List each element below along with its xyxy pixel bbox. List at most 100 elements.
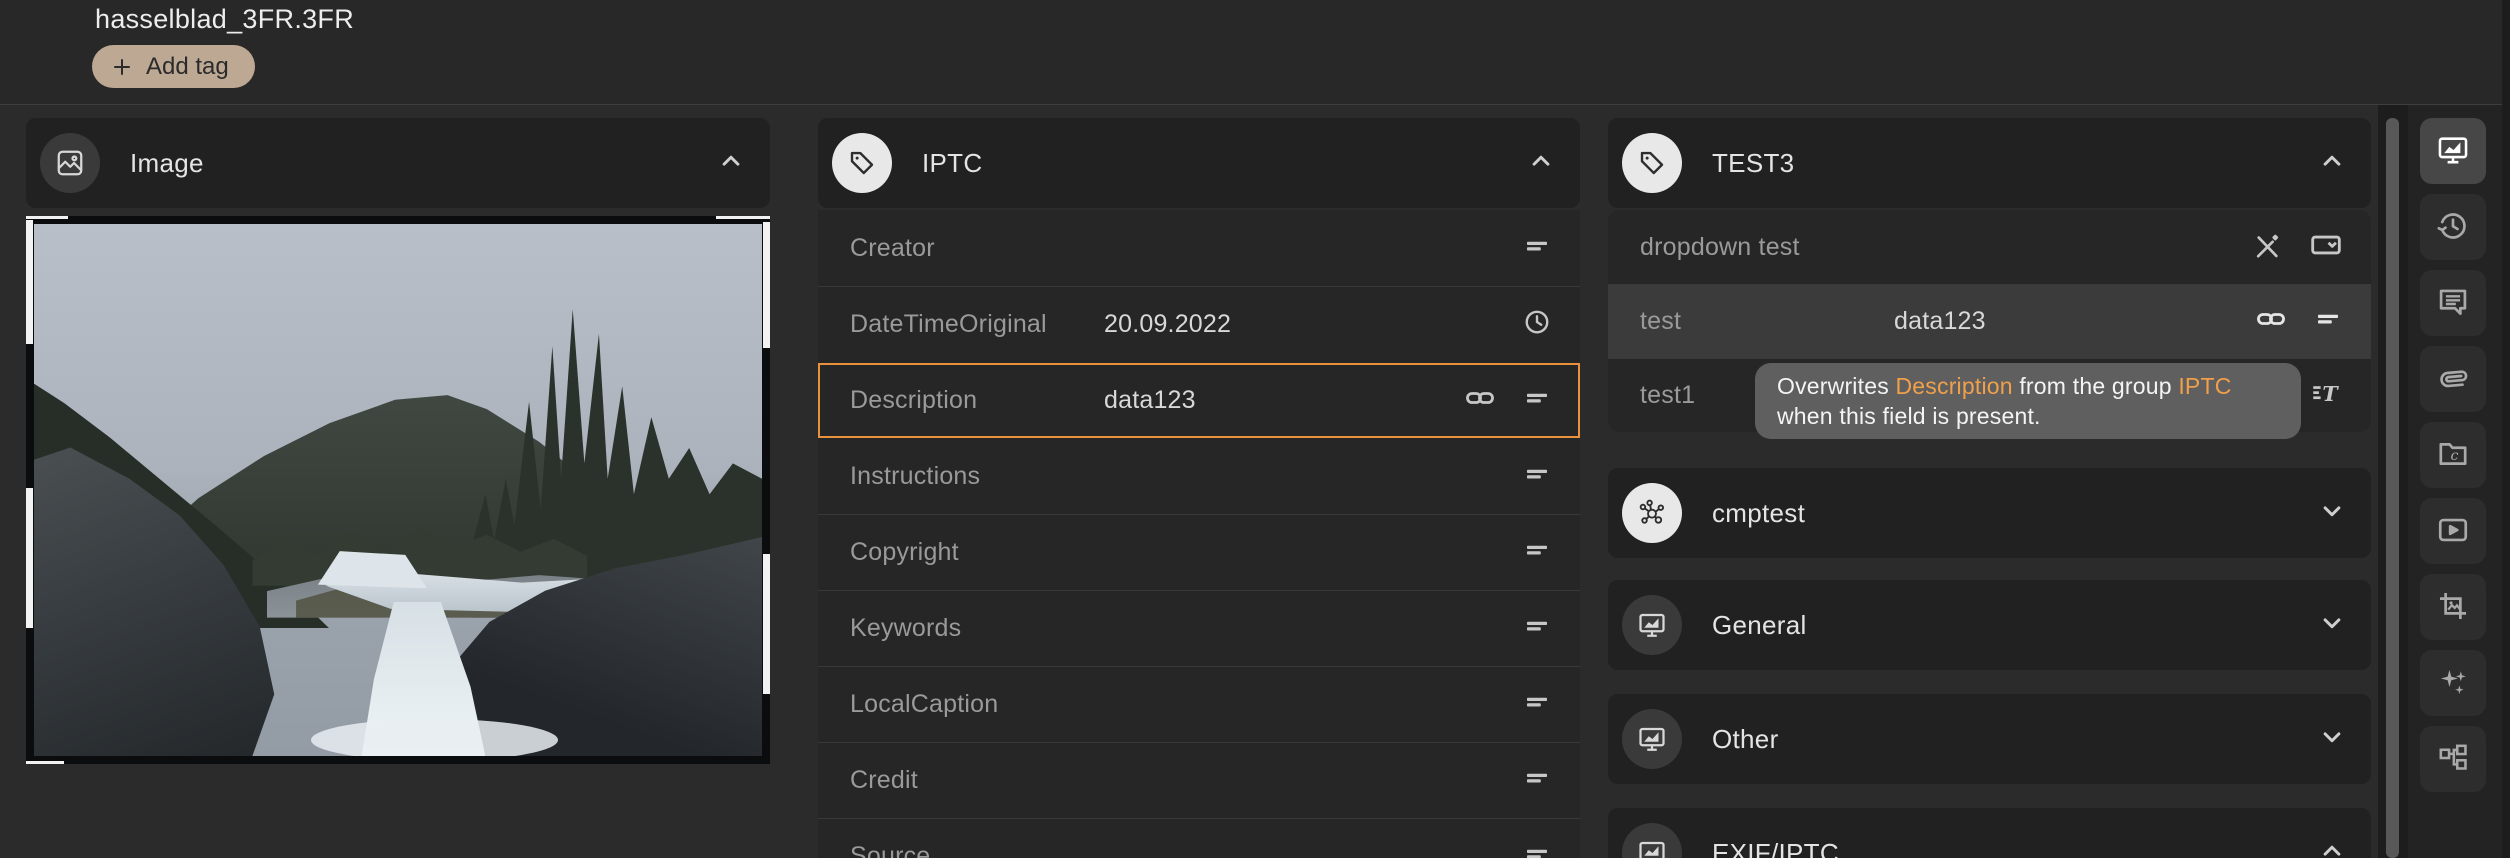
general-panel-header[interactable]: General xyxy=(1608,580,2371,670)
monitor-chart-icon xyxy=(1622,709,1682,769)
workflow-button[interactable] xyxy=(2420,726,2486,792)
exif-iptc-panel-header[interactable]: EXIF/IPTC xyxy=(1608,808,2371,858)
chevron-up-icon[interactable] xyxy=(2317,146,2347,181)
chevron-up-icon[interactable] xyxy=(716,146,746,181)
image-panel-title: Image xyxy=(130,148,716,179)
override-tooltip: Overwrites Description from the group IP… xyxy=(1755,363,2301,439)
tooltip-field-ref: Description xyxy=(1896,373,2013,399)
attachments-button[interactable] xyxy=(2420,346,2486,412)
svg-text:T: T xyxy=(2322,382,2339,406)
tooltip-text: when this field is present. xyxy=(1777,403,2041,429)
row-description[interactable]: Description data123 xyxy=(818,362,1580,438)
edit-off-icon[interactable] xyxy=(2251,229,2283,266)
assign-icon[interactable] xyxy=(1522,611,1552,646)
assign-icon[interactable] xyxy=(1522,231,1552,266)
iptc-panel-header[interactable]: IPTC xyxy=(818,118,1580,208)
assign-icon[interactable] xyxy=(1522,459,1552,494)
cmptest-panel-header[interactable]: cmptest xyxy=(1608,468,2371,558)
scrollbar-thumb[interactable] xyxy=(2386,118,2399,858)
chevron-up-icon[interactable] xyxy=(1526,146,1556,181)
link-icon[interactable] xyxy=(1464,382,1496,419)
frame-mark xyxy=(763,554,770,694)
dropdown-icon[interactable] xyxy=(2309,228,2343,267)
frame-mark xyxy=(26,488,33,628)
link-icon[interactable] xyxy=(2255,303,2287,340)
crop-image-button[interactable] xyxy=(2420,574,2486,640)
comments-button[interactable] xyxy=(2420,270,2486,336)
frame-mark xyxy=(26,220,33,344)
add-tag-button[interactable]: Add tag xyxy=(92,45,255,88)
video-button[interactable] xyxy=(2420,498,2486,564)
iptc-column: IPTC Creator DateTimeOriginal 20.09.2022… xyxy=(818,0,1580,858)
assign-icon[interactable] xyxy=(1522,839,1552,858)
plus-icon xyxy=(110,55,134,79)
exif-iptc-panel-title: EXIF/IPTC xyxy=(1712,838,2317,858)
tag-icon xyxy=(1622,133,1682,193)
comment-icon xyxy=(2436,285,2470,322)
row-source[interactable]: Source xyxy=(818,818,1580,858)
assign-icon[interactable] xyxy=(1522,687,1552,722)
folder-c-icon: c xyxy=(2436,437,2470,474)
paperclip-icon xyxy=(2436,361,2470,398)
frame-mark xyxy=(716,216,770,219)
sparkles-icon xyxy=(2436,665,2470,702)
chevron-down-icon[interactable] xyxy=(2317,722,2347,757)
monitor-chart-icon xyxy=(2436,133,2470,170)
frame-mark xyxy=(763,222,770,348)
assign-icon[interactable] xyxy=(1522,763,1552,798)
image-panel-header[interactable]: Image xyxy=(26,118,770,208)
test3-panel-title: TEST3 xyxy=(1712,148,2317,179)
text-format-icon[interactable]: T xyxy=(2309,376,2343,415)
image-icon xyxy=(40,133,100,193)
version-history-button[interactable] xyxy=(2420,194,2486,260)
monitor-chart-icon xyxy=(1622,595,1682,655)
add-tag-label: Add tag xyxy=(146,53,229,81)
other-panel-title: Other xyxy=(1712,724,2317,755)
iptc-panel-title: IPTC xyxy=(922,148,1526,179)
landscape-photo xyxy=(34,224,762,756)
iptc-field-list: Creator DateTimeOriginal 20.09.2022 Desc… xyxy=(818,210,1580,858)
collections-button[interactable]: c xyxy=(2420,422,2486,488)
cmptest-panel-title: cmptest xyxy=(1712,498,2317,529)
topbar-divider xyxy=(0,104,2502,105)
svg-text:c: c xyxy=(2450,448,2458,464)
assign-icon[interactable] xyxy=(1522,535,1552,570)
scrollbar-track[interactable] xyxy=(2378,105,2408,858)
test3-panel-header[interactable]: TEST3 xyxy=(1608,118,2371,208)
frame-mark xyxy=(26,216,68,219)
row-dropdown-test[interactable]: dropdown test xyxy=(1608,210,2371,284)
frame-mark xyxy=(26,761,64,764)
file-title: hasselblad_3FR.3FR xyxy=(95,4,354,35)
row-copyright[interactable]: Copyright xyxy=(818,514,1580,590)
image-column: Image xyxy=(26,0,770,858)
side-toolbar: c xyxy=(2408,105,2502,858)
custom-groups-column: TEST3 dropdown test test data123 xyxy=(1608,0,2371,858)
row-credit[interactable]: Credit xyxy=(818,742,1580,818)
image-preview xyxy=(26,216,770,764)
row-keywords[interactable]: Keywords xyxy=(818,590,1580,666)
chevron-down-icon[interactable] xyxy=(2317,496,2347,531)
topbar: hasselblad_3FR.3FR Add tag xyxy=(0,0,2502,104)
tooltip-group-ref: IPTC xyxy=(2178,373,2231,399)
workflow-nodes-icon xyxy=(2436,741,2470,778)
tag-icon xyxy=(832,133,892,193)
chevron-up-icon[interactable] xyxy=(2317,836,2347,858)
row-test[interactable]: test data123 xyxy=(1608,284,2371,358)
assign-icon[interactable] xyxy=(1522,383,1552,418)
tooltip-text: Overwrites xyxy=(1777,373,1889,399)
row-datetimeoriginal[interactable]: DateTimeOriginal 20.09.2022 xyxy=(818,286,1580,362)
assign-icon[interactable] xyxy=(2313,304,2343,339)
ai-sparkles-button[interactable] xyxy=(2420,650,2486,716)
other-panel-header[interactable]: Other xyxy=(1608,694,2371,784)
metadata-editor-app: hasselblad_3FR.3FR Add tag Image xyxy=(0,0,2510,858)
crop-image-icon xyxy=(2436,589,2470,626)
play-icon xyxy=(2436,513,2470,550)
metadata-view-button[interactable] xyxy=(2420,118,2486,184)
row-localcaption[interactable]: LocalCaption xyxy=(818,666,1580,742)
chevron-down-icon[interactable] xyxy=(2317,608,2347,643)
clock-icon[interactable] xyxy=(1522,307,1552,342)
row-instructions[interactable]: Instructions xyxy=(818,438,1580,514)
molecule-icon xyxy=(1622,483,1682,543)
row-creator[interactable]: Creator xyxy=(818,210,1580,286)
photo-foam xyxy=(311,719,559,756)
